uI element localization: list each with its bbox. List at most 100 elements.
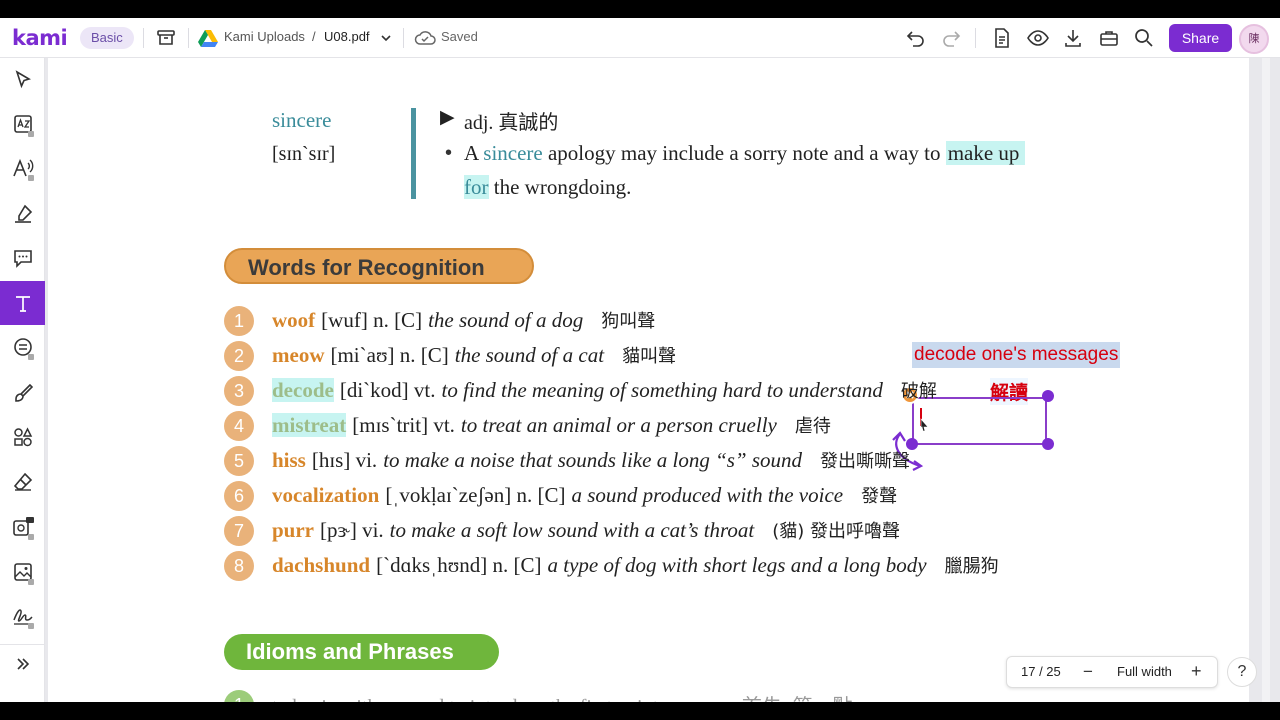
vertical-scrollbar[interactable] [1262, 58, 1270, 702]
vocab-chinese: 臘腸狗 [944, 556, 999, 577]
page-indicator[interactable]: 17 / 25 [1021, 664, 1061, 679]
vocab-chinese: 發聲 [861, 486, 898, 507]
mouse-pointer-icon [920, 418, 929, 432]
list-item-number: 7 [224, 516, 254, 546]
section-heading-recognition: Words for Recognition [224, 248, 534, 284]
breadcrumb-separator: / [312, 29, 316, 44]
vocab-word: vocalization [272, 483, 380, 507]
list-item-number: 2 [224, 341, 254, 371]
archive-icon[interactable] [154, 26, 178, 50]
equation-tool[interactable] [0, 325, 45, 369]
vocab-chinese: (貓) 發出呼嚕聲 [772, 521, 901, 542]
vocab-pronunciation: [wuf] n. [C] [321, 308, 423, 332]
search-icon[interactable] [1132, 26, 1156, 50]
example-sentence-line1: A sincere apology may include a sorry no… [464, 141, 1026, 166]
read-aloud-tool[interactable] [0, 146, 45, 190]
lock-icon [28, 175, 34, 181]
example-keyword: sincere [483, 141, 543, 165]
ai-tool[interactable] [0, 505, 45, 549]
select-tool[interactable] [0, 58, 45, 102]
example-sentence-line2: for the wrongdoing. [464, 175, 631, 200]
tool-sidebar [0, 58, 45, 702]
plan-badge[interactable]: Basic [80, 27, 134, 49]
text-tool[interactable] [0, 281, 45, 325]
zoom-in-button[interactable]: + [1191, 661, 1202, 682]
bullet: • [445, 142, 453, 164]
list-item-number: 3 [224, 376, 254, 406]
breadcrumb-root[interactable]: Kami Uploads [224, 29, 305, 44]
list-item: decode [di`kod] vt. to find the meaning of… [272, 377, 937, 403]
eraser-tool[interactable] [0, 460, 45, 504]
vocab-pronunciation: [pɝ] vi. [320, 518, 384, 542]
highlighted-phrase: make up [945, 141, 1026, 165]
vocab-definition: the sound of a cat [454, 343, 605, 367]
vocab-chinese: 虐待 [794, 416, 831, 437]
toolbar-divider [143, 28, 144, 48]
kami-logo[interactable]: kami [12, 26, 68, 50]
eraser-icon [13, 472, 32, 491]
double-chevron-right-icon [16, 658, 29, 670]
part-of-speech: adj. 真誠的 [464, 112, 559, 134]
zoom-level[interactable]: Full width [1117, 664, 1172, 679]
image-tool[interactable] [0, 550, 45, 594]
shapes-icon [13, 427, 32, 447]
dictionary-tool[interactable] [0, 102, 45, 146]
vocab-pronunciation: [ˌvokḷaɪ`zeʃən] n. [C] [385, 483, 566, 507]
file-name[interactable]: U08.pdf [324, 29, 370, 44]
list-item-number: 1 [224, 306, 254, 336]
vocab-word: woof [272, 308, 316, 332]
undo-icon[interactable] [904, 26, 928, 50]
comment-icon [13, 250, 32, 268]
vocab-pronunciation: [`dɑksˌhʊnd] n. [C] [376, 553, 542, 577]
cloud-saved-icon [413, 26, 437, 50]
briefcase-icon[interactable] [1097, 26, 1121, 50]
vocab-chinese: 狗叫聲 [601, 311, 656, 332]
resize-handle[interactable] [1042, 390, 1054, 402]
list-item-number: 8 [224, 551, 254, 581]
letterbox-bottom [0, 702, 1280, 720]
vocab-pronunciation: [sɪn`sɪr] [272, 143, 336, 165]
vocab-word: mistreat [272, 413, 347, 437]
lock-icon [28, 534, 34, 540]
drawing-tool[interactable] [0, 371, 45, 415]
vocab-word: dachshund [272, 553, 371, 577]
help-button[interactable]: ? [1227, 657, 1257, 687]
page-zoom-controls: 17 / 25 − Full width + [1006, 656, 1218, 688]
highlighter-tool[interactable] [0, 192, 45, 236]
document-icon[interactable] [990, 26, 1014, 50]
annotation-text[interactable]: decode one's messages [912, 342, 1121, 368]
highlighted-phrase: for [464, 175, 489, 199]
vocab-chinese: 破解 [900, 381, 937, 402]
redo-icon[interactable] [939, 26, 963, 50]
resize-handle[interactable] [1042, 438, 1054, 450]
highlighter-icon [14, 204, 32, 223]
lock-icon [28, 354, 34, 360]
idiom-entry: to begin with — used to introduce the fi… [272, 690, 852, 702]
toolbar-divider [975, 28, 976, 48]
signature-tool[interactable] [0, 594, 45, 638]
list-item: vocalization [ˌvokḷaɪ`zeʃən] n. [C] a soun… [272, 482, 897, 508]
expand-sidebar-button[interactable] [0, 642, 45, 686]
pos-marker: ▶ [440, 107, 455, 128]
list-item: woof [wuf] n. [C] the sound of a dog 狗叫聲 [272, 307, 655, 333]
share-button[interactable]: Share [1169, 24, 1232, 52]
shapes-tool[interactable] [0, 415, 45, 459]
section-heading-idioms: Idioms and Phrases [224, 634, 499, 670]
list-item-number: 6 [224, 481, 254, 511]
vocab-definition: a sound produced with the voice [571, 483, 844, 507]
text-icon [15, 296, 30, 312]
pdf-page: sincere [sɪn`sɪr] ▶ adj. 真誠的 • A sincere… [48, 58, 1249, 702]
example-text: A [464, 141, 479, 165]
lock-icon [28, 579, 34, 585]
comment-tool[interactable] [0, 236, 45, 280]
vocab-word: meow [272, 343, 325, 367]
chevron-down-icon[interactable] [374, 26, 398, 50]
list-item: purr [pɝ] vi. to make a soft low sound wit… [272, 517, 900, 543]
eye-icon[interactable] [1026, 26, 1050, 50]
download-icon[interactable] [1061, 26, 1085, 50]
vocab-definition: to find the meaning of something hard to… [441, 378, 883, 402]
google-drive-icon [196, 26, 220, 50]
avatar[interactable]: 陳 [1239, 24, 1269, 54]
zoom-out-button[interactable]: − [1083, 662, 1093, 682]
vocab-word: decode [272, 378, 334, 402]
